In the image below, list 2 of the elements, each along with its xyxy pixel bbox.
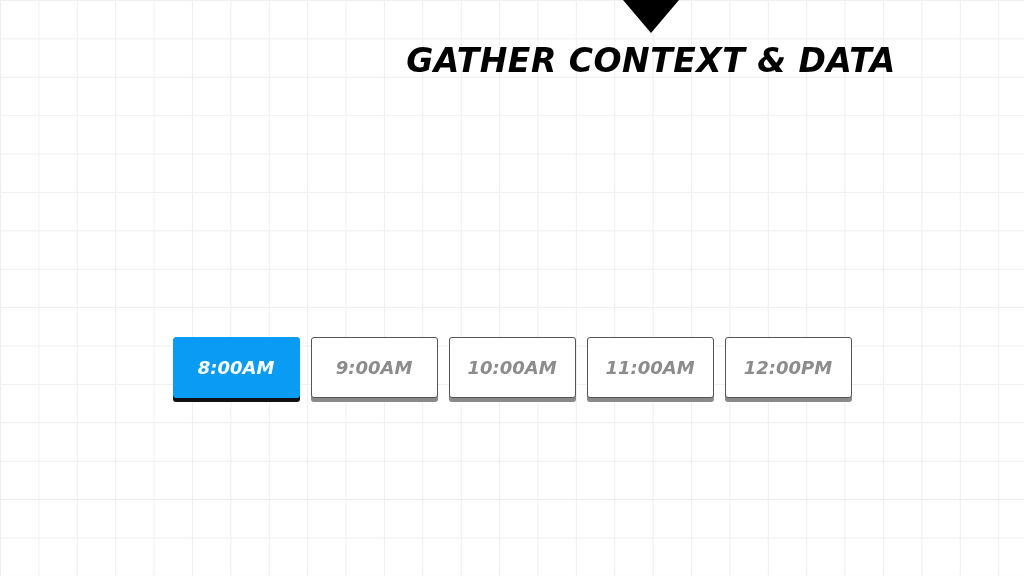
heading-title: GATHER CONTEXT & DATA — [406, 41, 896, 80]
triangle-icon — [623, 0, 679, 33]
